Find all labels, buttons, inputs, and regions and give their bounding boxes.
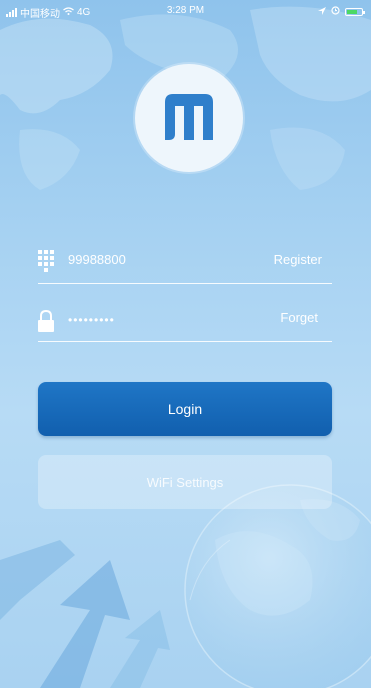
status-time: 3:28 PM — [166, 5, 205, 16]
password-underline — [38, 341, 332, 342]
app-logo — [135, 64, 243, 172]
account-field[interactable]: 99988800 Register — [38, 244, 332, 284]
account-underline — [38, 283, 332, 284]
register-link[interactable]: Register — [274, 252, 322, 267]
account-input[interactable]: 99988800 — [68, 252, 126, 267]
login-screen: 中国移动 4G 3:28 PM 99988800 Register ••••••… — [0, 0, 371, 688]
m-logo-icon — [165, 94, 213, 140]
location-icon — [318, 6, 326, 18]
forget-link[interactable]: Forget — [280, 310, 318, 325]
battery-icon — [345, 8, 365, 16]
password-input[interactable]: ••••••••• — [68, 313, 115, 327]
login-button[interactable]: Login — [38, 382, 332, 436]
status-icons — [318, 6, 365, 18]
wifi-settings-button[interactable]: WiFi Settings — [38, 455, 332, 509]
alarm-icon — [331, 6, 340, 18]
password-field[interactable]: ••••••••• Forget — [38, 302, 332, 342]
keypad-icon — [38, 250, 54, 277]
status-bar: 中国移动 4G 3:28 PM — [0, 0, 371, 22]
lock-icon — [38, 309, 54, 337]
